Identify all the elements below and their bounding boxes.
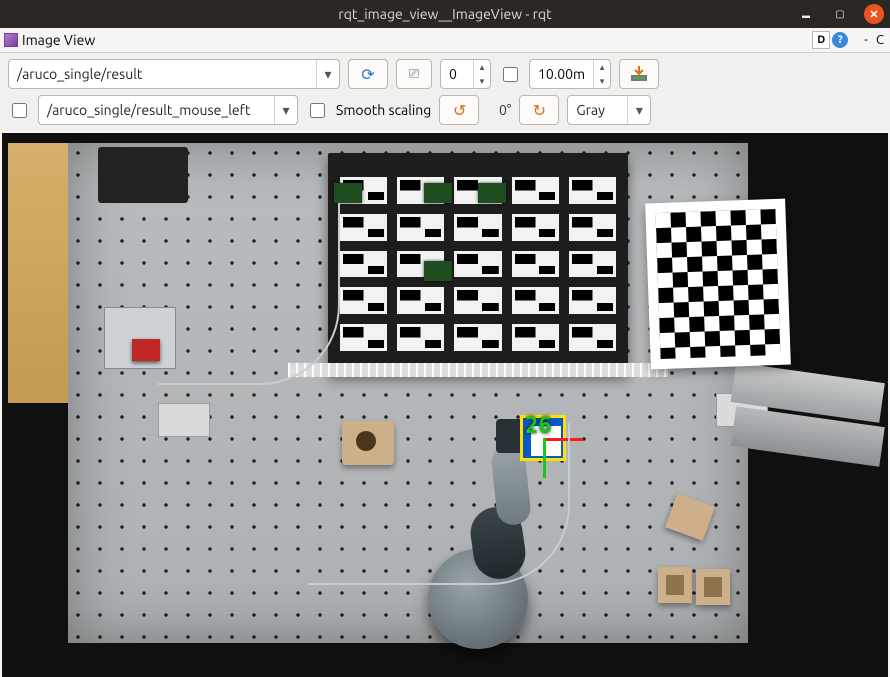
aruco-tag: [512, 324, 559, 351]
chevron-down-icon: ▾: [274, 96, 297, 124]
range-step-up[interactable]: ▲: [594, 60, 610, 74]
buffer-steppers: ▲ ▼: [473, 60, 490, 88]
pcb-board: [334, 183, 362, 203]
plugin-title: Image View: [22, 32, 95, 48]
aruco-tag: [569, 324, 616, 351]
aruco-tag: [340, 251, 387, 278]
save-icon: [630, 66, 648, 82]
wooden-block: [696, 569, 730, 605]
checker-pattern: [655, 209, 780, 359]
chevron-down-icon: ▾: [316, 60, 339, 88]
pause-icon: ⎚: [409, 67, 419, 82]
mouse-topic-value: /aruco_single/result_mouse_left: [39, 102, 274, 118]
smooth-scaling-label: Smooth scaling: [336, 102, 431, 118]
color-mode-value: Gray: [568, 102, 627, 118]
camera-scene: 26: [8, 143, 882, 643]
range-step-down[interactable]: ▼: [594, 74, 610, 88]
window-close-button[interactable]: [864, 4, 884, 24]
plugin-titlebar: Image View D ? - C: [0, 28, 890, 53]
topic-combo[interactable]: /aruco_single/result ▾: [8, 59, 340, 89]
aruco-tag: [569, 251, 616, 278]
toolbar-row-2: /aruco_single/result_mouse_left ▾ Smooth…: [8, 95, 882, 125]
image-view: 26: [0, 131, 890, 677]
aruco-tag: [340, 324, 387, 351]
rotate-ccw-icon: ↻: [453, 101, 466, 120]
buffer-step-down[interactable]: ▼: [474, 74, 490, 88]
clamp-left: [158, 403, 210, 437]
aruco-tag: [454, 214, 501, 241]
refresh-button[interactable]: ⟳: [348, 59, 388, 89]
aruco-tag: [569, 177, 616, 204]
aruco-tag: [512, 177, 559, 204]
toolbar: /aruco_single/result ▾ ⟳ ⎚ 0 ▲ ▼ 10.00m: [0, 53, 890, 131]
aruco-tag: [397, 287, 444, 314]
wooden-block: [658, 567, 692, 603]
refresh-icon: ⟳: [361, 65, 374, 84]
aruco-tag: [340, 287, 387, 314]
rotate-cw-button[interactable]: ↻: [519, 95, 559, 125]
publish-mouse-checkbox[interactable]: [12, 103, 27, 118]
plugin-minimize-button[interactable]: -: [860, 33, 872, 47]
rotate-ccw-button[interactable]: ↻: [439, 95, 479, 125]
aruco-grid: [340, 177, 616, 351]
range-spin[interactable]: 10.00m ▲ ▼: [529, 59, 611, 89]
aruco-tag: [512, 287, 559, 314]
window-titlebar: rqt_image_view__ImageView - rqt: [0, 0, 890, 28]
buffer-value: 0: [441, 66, 473, 82]
wooden-desk: [8, 143, 68, 403]
toolbar-row-1: /aruco_single/result ▾ ⟳ ⎚ 0 ▲ ▼ 10.00m: [8, 59, 882, 89]
mouse-topic-combo[interactable]: /aruco_single/result_mouse_left ▾: [38, 95, 298, 125]
window-minimize-button[interactable]: [796, 4, 816, 24]
buffer-step-up[interactable]: ▲: [474, 60, 490, 74]
plugin-title-left: Image View: [4, 32, 95, 48]
help-icon[interactable]: ?: [832, 32, 848, 48]
aruco-tag: [569, 287, 616, 314]
aruco-tag: [454, 287, 501, 314]
cutting-mat-ruler: [288, 363, 668, 377]
range-steppers: ▲ ▼: [593, 60, 610, 88]
pcb-board: [478, 183, 506, 203]
buffer-spin[interactable]: 0 ▲ ▼: [440, 59, 491, 89]
dynamic-range-checkbox[interactable]: [503, 67, 518, 82]
aruco-tag: [340, 214, 387, 241]
aruco-tag: [397, 324, 444, 351]
window-buttons: [796, 4, 890, 24]
cable: [308, 423, 570, 585]
plugin-logo-icon: [4, 33, 18, 47]
plugin-title-right: D ? - C: [812, 31, 886, 49]
chevron-down-icon: ▾: [627, 96, 650, 124]
freeze-button[interactable]: ⎚: [396, 59, 432, 89]
aruco-tag: [397, 214, 444, 241]
range-value: 10.00m: [530, 66, 593, 82]
pcb-board: [424, 183, 452, 203]
aruco-tray: [328, 153, 628, 373]
aruco-tag: [569, 214, 616, 241]
rotate-cw-icon: ↻: [533, 101, 546, 120]
content-area: Image View D ? - C /aruco_single/result …: [0, 28, 890, 677]
rotation-label: 0°: [487, 102, 511, 118]
smooth-scaling-checkbox[interactable]: [310, 103, 325, 118]
aruco-tag: [512, 214, 559, 241]
calibration-checkerboard: [645, 199, 791, 370]
topic-combo-value: /aruco_single/result: [9, 66, 316, 82]
aruco-tag: [454, 324, 501, 351]
cable: [158, 203, 340, 385]
aruco-tag: [454, 251, 501, 278]
red-connector: [132, 339, 160, 361]
aruco-tag: [512, 251, 559, 278]
dock-badge[interactable]: D: [812, 31, 830, 49]
image-frame[interactable]: 26: [2, 133, 888, 677]
camera-fixture: [98, 147, 188, 203]
window-title: rqt_image_view__ImageView - rqt: [0, 6, 890, 22]
save-button[interactable]: [619, 59, 659, 89]
pcb-board: [424, 261, 452, 281]
window-maximize-button[interactable]: [830, 4, 850, 24]
color-mode-combo[interactable]: Gray ▾: [567, 95, 651, 125]
plugin-undock-button[interactable]: C: [874, 33, 886, 47]
